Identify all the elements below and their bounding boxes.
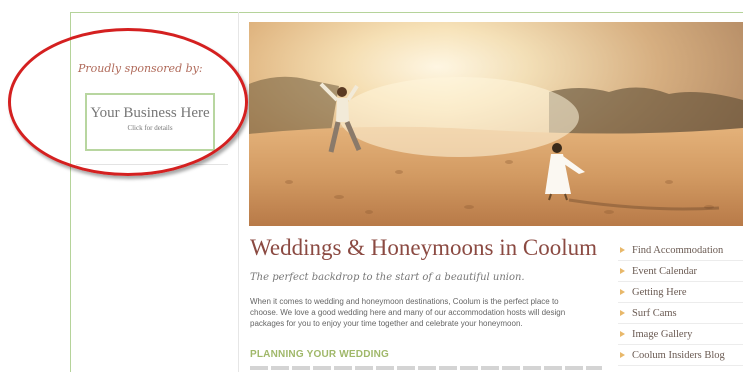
page-title: Weddings & Honeymoons in Coolum [250,235,597,260]
intro-line: choose. We love a good wedding here and … [250,308,566,317]
nav-item-event-calendar[interactable]: Event Calendar [618,261,743,282]
nav-item-coolum-insiders-blog[interactable]: Coolum Insiders Blog [618,345,743,366]
intro-line: packages for you to enjoy your time toge… [250,319,523,328]
nav-item-label: Event Calendar [632,265,698,277]
nav-item-getting-here[interactable]: Getting Here [618,282,743,303]
nav-item-label: Surf Cams [632,307,677,319]
sponsor-label: Proudly sponsored by: [78,62,203,75]
intro-line: When it comes to wedding and honeymoon d… [250,297,559,306]
side-navigation: Find Accommodation Event Calendar Gettin… [618,240,743,366]
ad-subtitle: Click for details [127,124,173,132]
column-divider [238,12,239,372]
cut-off-text-line [250,366,602,370]
nav-item-surf-cams[interactable]: Surf Cams [618,303,743,324]
sponsor-ad-box[interactable]: Your Business Here Click for details [85,93,215,151]
nav-item-label: Find Accommodation [632,244,724,256]
intro-paragraph: When it comes to wedding and honeymoon d… [250,296,612,329]
arrow-right-icon [620,247,625,253]
beach-wedding-photo [249,22,743,226]
nav-item-label: Image Gallery [632,328,693,340]
nav-item-label: Getting Here [632,286,687,298]
ad-title: Your Business Here [90,105,210,121]
nav-item-image-gallery[interactable]: Image Gallery [618,324,743,345]
nav-item-label: Coolum Insiders Blog [632,349,725,361]
arrow-right-icon [620,310,625,316]
arrow-right-icon [620,331,625,337]
nav-item-find-accommodation[interactable]: Find Accommodation [618,240,743,261]
arrow-right-icon [620,268,625,274]
arrow-right-icon [620,289,625,295]
sidebar-divider [76,164,228,165]
hero-image [249,22,743,226]
arrow-right-icon [620,352,625,358]
section-heading: PLANNING YOUR WEDDING [250,349,390,360]
page-tagline: The perfect backdrop to the start of a b… [250,272,525,283]
